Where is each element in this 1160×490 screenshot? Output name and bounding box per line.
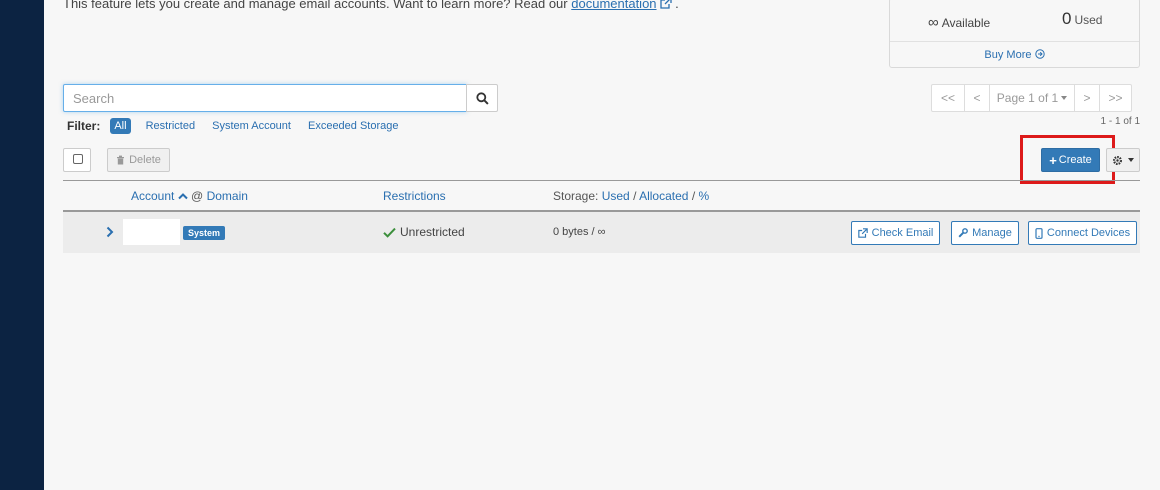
intro-trailing: . — [675, 0, 679, 11]
next-page-button[interactable]: > — [1074, 84, 1100, 112]
filter-label: Filter: — [67, 119, 101, 133]
page-select[interactable]: Page 1 of 1 — [989, 84, 1075, 112]
chevron-down-icon — [1061, 96, 1068, 100]
pagination: << < Page 1 of 1 > >> — [931, 84, 1132, 112]
wrench-icon — [958, 228, 969, 238]
filter-exceeded-storage[interactable]: Exceeded Storage — [308, 120, 399, 132]
account-name — [123, 219, 180, 245]
create-button[interactable]: + Create — [1041, 148, 1100, 172]
available-stat: ∞ Available — [928, 14, 991, 31]
last-page-button[interactable]: >> — [1099, 84, 1132, 112]
intro-text: This feature lets you create and manage … — [63, 0, 679, 11]
external-link-icon — [857, 228, 868, 238]
sort-used-link[interactable]: Used — [602, 189, 630, 203]
chevron-right-icon[interactable] — [105, 224, 115, 240]
gear-icon — [1112, 155, 1123, 165]
check-icon — [383, 227, 396, 238]
first-page-button[interactable]: << — [931, 84, 965, 112]
filter-all[interactable]: All — [110, 118, 131, 134]
arrow-circle-icon — [1034, 49, 1045, 59]
connect-devices-button[interactable]: Connect Devices — [1028, 221, 1137, 245]
sort-ascending-icon — [177, 193, 188, 200]
email-quota-panel: ∞ Available 0 Used Buy More — [889, 0, 1140, 68]
account-domain-header[interactable]: Account @ Domain — [131, 189, 248, 203]
manage-button[interactable]: Manage — [951, 221, 1019, 245]
restrictions-header[interactable]: Restrictions — [383, 189, 446, 203]
search-button[interactable] — [466, 84, 498, 112]
search-icon — [475, 91, 489, 105]
intro-description: This feature lets you create and manage … — [63, 0, 568, 11]
select-all-checkbox[interactable] — [63, 148, 91, 172]
infinity-icon: ∞ — [928, 14, 939, 31]
sort-allocated-link[interactable]: Allocated — [639, 189, 688, 203]
trash-icon — [117, 155, 125, 165]
sort-percent-link[interactable]: % — [699, 189, 710, 203]
prev-page-button[interactable]: < — [964, 84, 990, 112]
filter-system-account[interactable]: System Account — [212, 120, 291, 132]
system-badge: System — [183, 226, 226, 240]
storage-value: 0 bytes / ∞ — [553, 226, 606, 238]
search-group — [63, 84, 498, 112]
external-link-icon — [659, 0, 672, 9]
check-email-button[interactable]: Check Email — [851, 221, 940, 245]
results-range: 1 - 1 of 1 — [1100, 116, 1140, 127]
left-sidebar — [0, 0, 44, 490]
restriction-status: Unrestricted — [383, 225, 465, 239]
chevron-down-icon — [1128, 158, 1134, 162]
storage-header: Storage: Used / Allocated / % — [553, 189, 710, 203]
table-header: Account @ Domain Restrictions Storage: U… — [63, 180, 1140, 212]
used-stat: 0 Used — [1062, 9, 1103, 28]
delete-button[interactable]: Delete — [107, 148, 170, 172]
filter-bar: Filter: All Restricted System Account Ex… — [67, 118, 416, 134]
buy-more-link[interactable]: Buy More — [890, 49, 1139, 61]
search-input[interactable] — [63, 84, 467, 112]
filter-restricted[interactable]: Restricted — [146, 120, 196, 132]
settings-dropdown-button[interactable] — [1106, 148, 1140, 172]
table-row: System Unrestricted 0 bytes / ∞ Check Em… — [63, 212, 1140, 253]
mobile-icon — [1035, 227, 1043, 239]
plus-icon: + — [1049, 152, 1057, 168]
documentation-link[interactable]: documentation — [571, 0, 672, 11]
